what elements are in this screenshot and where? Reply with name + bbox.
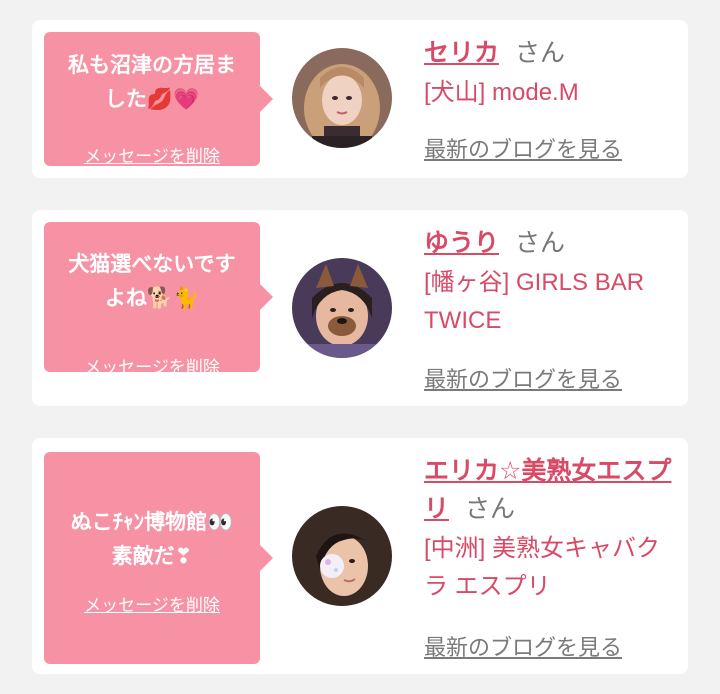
sender-info: ゆうり さん [幡ヶ谷] GIRLS BAR TWICE	[424, 224, 676, 340]
message-text: 犬猫選べないです よね🐕🐈	[68, 252, 236, 310]
avatar[interactable]	[292, 258, 392, 358]
delete-message-link[interactable]: メッセージを削除	[44, 142, 260, 167]
latest-blog-link[interactable]: 最新のブログを見る	[424, 132, 622, 164]
delete-message-link[interactable]: メッセージを削除	[44, 353, 260, 378]
sender-info: セリカ さん [犬山] mode.M	[424, 34, 676, 112]
sender-name-line: セリカ さん	[424, 34, 676, 72]
avatar[interactable]	[292, 48, 392, 148]
shop-label: [中洲] 美熟女キャバクラ エスプリ	[424, 535, 661, 600]
latest-blog-link[interactable]: 最新のブログを見る	[424, 362, 622, 394]
shop-label: [幡ヶ谷] GIRLS BAR TWICE	[424, 269, 645, 334]
message-bubble: 犬猫選べないです よね🐕🐈 メッセージを削除	[44, 222, 273, 378]
sender-name-link[interactable]: エリカ☆美熟女エスプリ	[424, 457, 671, 523]
shop-label: [犬山] mode.M	[424, 79, 579, 106]
message-card: 私も沼津の方居ま した💋💗 メッセージを削除 セリカ さん [犬山] mode.M	[32, 20, 688, 178]
sender-name-line: ゆうり さん	[424, 224, 676, 262]
honorific: さん	[515, 39, 566, 67]
sender-name-link[interactable]: セリカ	[424, 39, 499, 67]
sender-name-link[interactable]: ゆうり	[424, 229, 499, 257]
message-card: ぬこﾁｬﾝ博物館👀 素敵だ❣ メッセージを削除 エリカ☆美熟女エスプリ さん [中…	[32, 438, 688, 674]
avatar[interactable]	[292, 506, 392, 606]
honorific: さん	[465, 495, 516, 523]
message-bubble: ぬこﾁｬﾝ博物館👀 素敵だ❣ メッセージを削除	[44, 452, 273, 664]
delete-message-link[interactable]: メッセージを削除	[44, 591, 260, 616]
latest-blog-link[interactable]: 最新のブログを見る	[424, 630, 622, 662]
sender-name-line: エリカ☆美熟女エスプリ さん	[424, 452, 676, 528]
message-text: 私も沼津の方居ま した💋💗	[68, 53, 236, 111]
message-text: ぬこﾁｬﾝ博物館👀 素敵だ❣	[70, 510, 234, 568]
sender-info: エリカ☆美熟女エスプリ さん [中洲] 美熟女キャバクラ エスプリ	[424, 452, 676, 606]
honorific: さん	[515, 229, 566, 257]
message-card: 犬猫選べないです よね🐕🐈 メッセージを削除 ゆうり さん [幡ヶ谷] GIRLS	[32, 210, 688, 406]
message-bubble: 私も沼津の方居ま した💋💗 メッセージを削除	[44, 32, 273, 167]
message-list: 私も沼津の方居ま した💋💗 メッセージを削除 セリカ さん [犬山] mode.M	[0, 0, 720, 694]
